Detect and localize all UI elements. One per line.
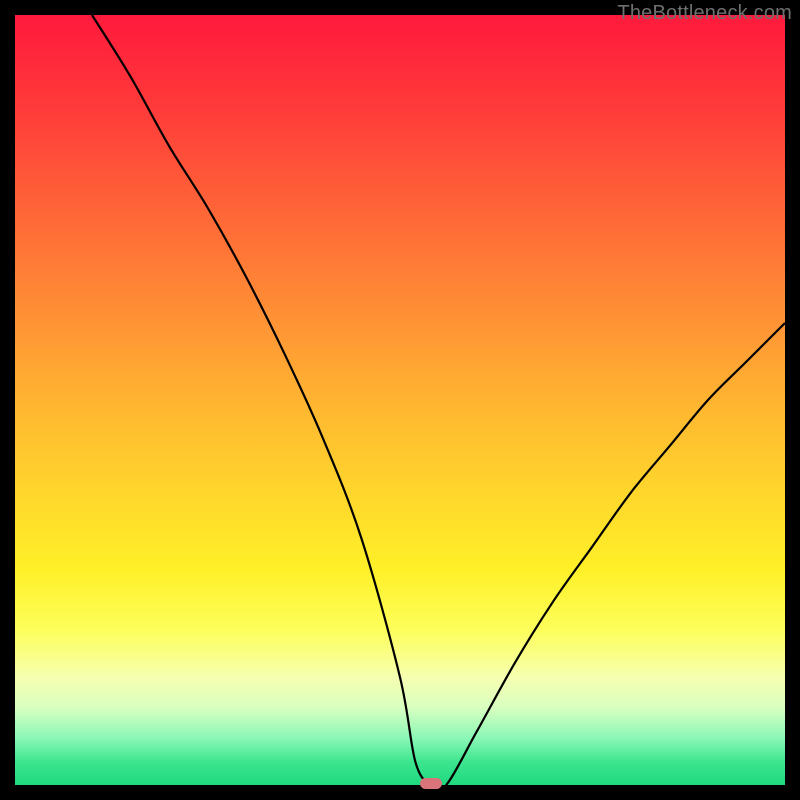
chart-container: TheBottleneck.com bbox=[0, 0, 800, 800]
bottleneck-curve bbox=[15, 15, 785, 785]
plot-area bbox=[15, 15, 785, 785]
optimum-marker bbox=[420, 778, 442, 789]
watermark-text: TheBottleneck.com bbox=[617, 2, 792, 25]
